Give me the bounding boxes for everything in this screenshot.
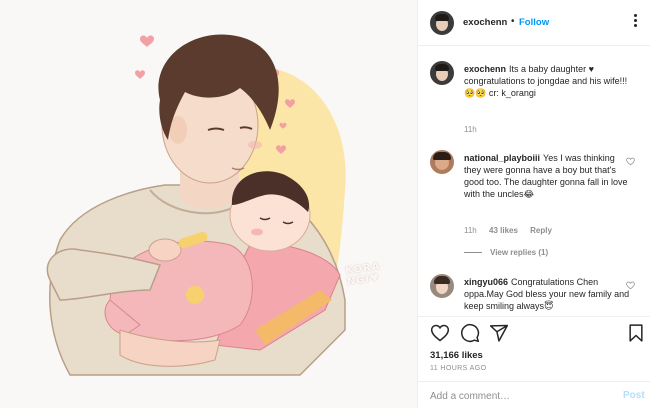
caption-meta: 11h: [464, 125, 487, 134]
avatar[interactable]: [430, 274, 454, 298]
caption-body: exochenn Its a baby daughter ♥ congratula…: [464, 63, 632, 99]
comments-list[interactable]: exochenn Its a baby daughter ♥ congratula…: [418, 47, 650, 315]
like-count[interactable]: 31,166 likes: [430, 350, 483, 361]
comment-body: xingyu066 Congratulations Chen oppa.May G…: [464, 276, 632, 312]
post-view: KORA NGI♥ exochenn • Follow exochenn Its …: [0, 0, 650, 408]
caption-time[interactable]: 11h: [464, 125, 477, 134]
post-timestamp[interactable]: 11 HOURS AGO: [430, 365, 486, 372]
avatar[interactable]: [430, 11, 454, 35]
post-button[interactable]: Post: [623, 390, 645, 401]
like-comment-heart-icon[interactable]: [626, 281, 635, 290]
view-replies-button[interactable]: View replies (1): [464, 248, 548, 257]
comment-meta: 11h 43 likes Reply: [464, 226, 562, 235]
post-header: exochenn • Follow: [418, 0, 650, 46]
comment-time[interactable]: 11h: [464, 226, 477, 235]
avatar[interactable]: [430, 61, 454, 85]
follow-button[interactable]: Follow: [519, 17, 549, 28]
comment-like-count[interactable]: 43 likes: [489, 226, 518, 235]
share-icon[interactable]: [489, 323, 509, 343]
illustration: [46, 34, 346, 376]
header-username[interactable]: exochenn: [463, 17, 507, 28]
add-comment-bar: Post: [418, 381, 650, 408]
heart-icon[interactable]: [430, 323, 450, 343]
comment-icon[interactable]: [460, 323, 480, 343]
comment-body: national_playboiii Yes I was thinking the…: [464, 152, 632, 200]
bookmark-icon[interactable]: [626, 323, 646, 343]
more-options-icon[interactable]: [629, 12, 641, 32]
like-comment-heart-icon[interactable]: [626, 157, 635, 166]
action-bar: 31,166 likes 11 HOURS AGO: [418, 316, 650, 378]
replies-line: [464, 252, 482, 254]
separator-dot: •: [511, 16, 515, 27]
comment-input[interactable]: [430, 389, 600, 403]
reply-button[interactable]: Reply: [530, 226, 552, 235]
post-image[interactable]: KORA NGI♥: [0, 0, 417, 408]
comment-username[interactable]: national_playboiii: [464, 153, 540, 163]
caption-username[interactable]: exochenn: [464, 64, 506, 74]
comment-username[interactable]: xingyu066: [464, 277, 508, 287]
post-sidebar: exochenn • Follow exochenn Its a baby dau…: [417, 0, 650, 408]
avatar[interactable]: [430, 150, 454, 174]
view-replies-label: View replies (1): [490, 248, 549, 257]
